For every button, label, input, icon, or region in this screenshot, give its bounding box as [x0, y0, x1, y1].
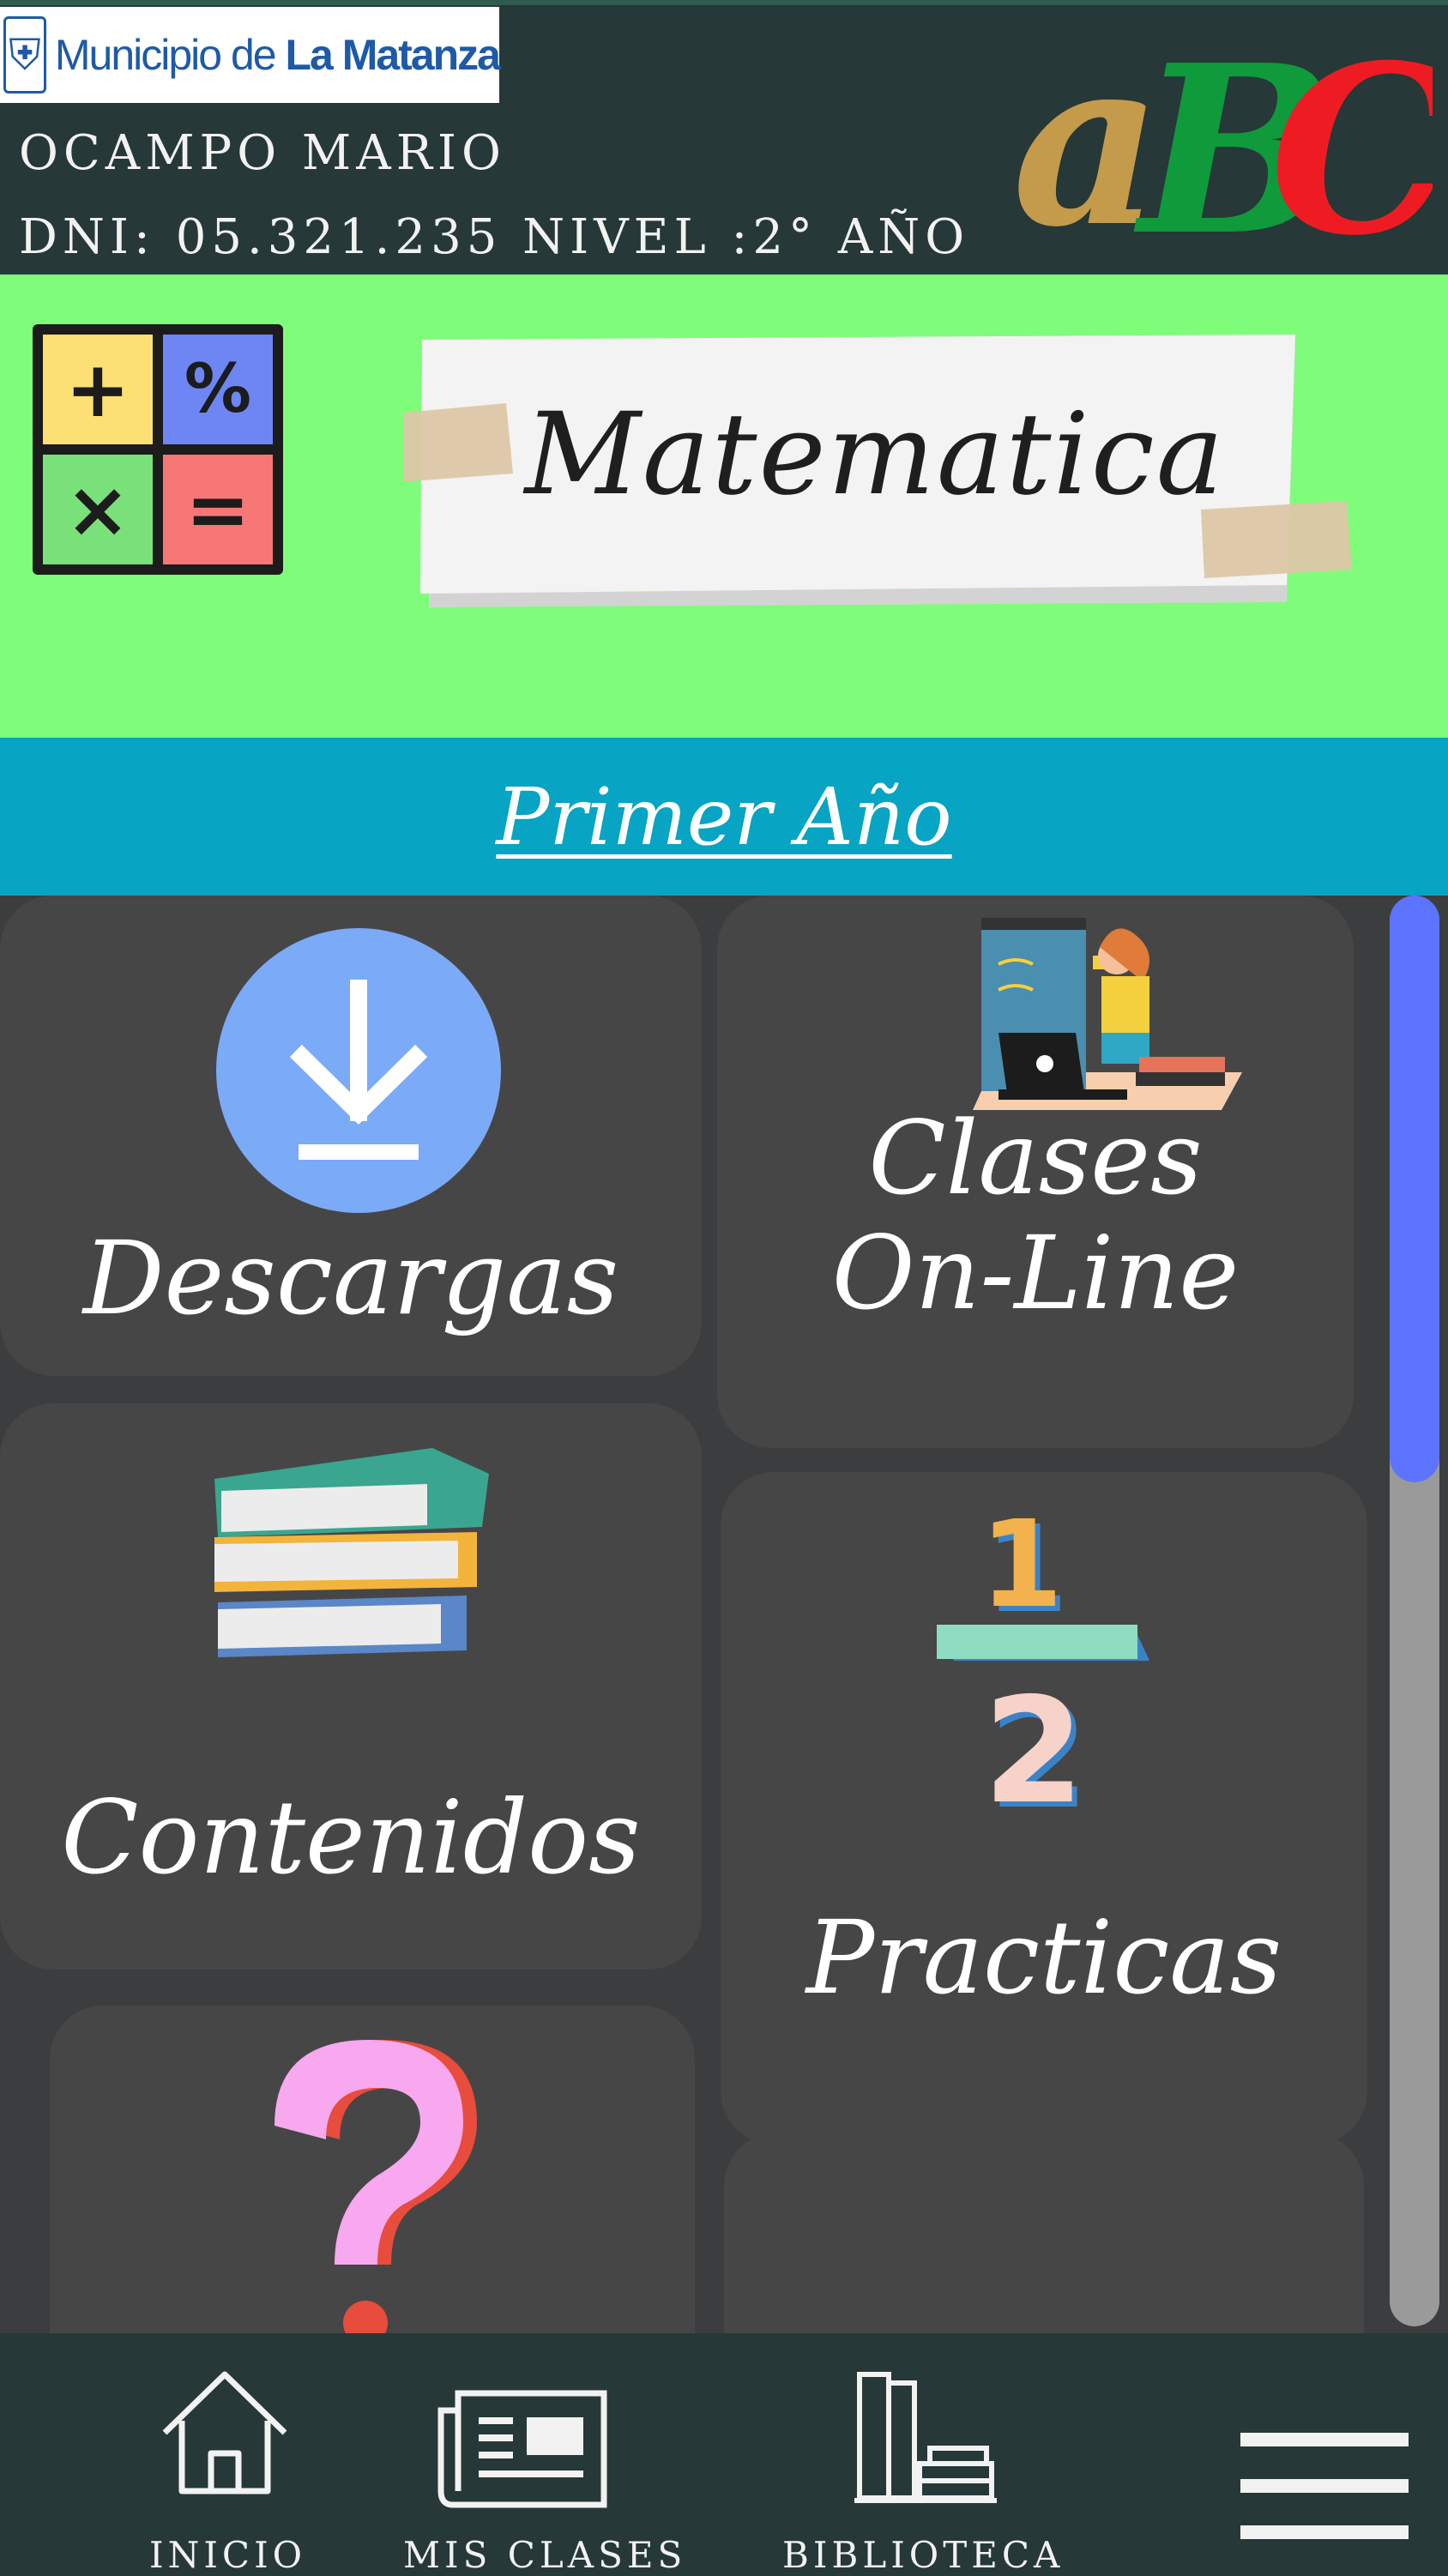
svg-text:C: C — [1270, 17, 1433, 266]
nav-label-mis-clases: MIS CLASES — [403, 2534, 687, 2576]
books-icon — [214, 1448, 489, 1657]
scrollbar-thumb[interactable] — [1390, 896, 1439, 1482]
user-info: DNI: 05.321.235 NIVEL :2° AÑO — [19, 209, 970, 265]
question-mark-icon — [275, 2040, 477, 2333]
nav-item-mis-clases[interactable]: MIS CLASES — [395, 2368, 682, 2576]
fraction-icon: 1 1 2 2 — [937, 1508, 1149, 1834]
subject-banner: + % × = Matematica — [0, 274, 1448, 738]
svg-text:1: 1 — [980, 1508, 1063, 1635]
percent-icon: % — [163, 335, 273, 444]
nav-item-biblioteca[interactable]: BIBLIOTECA — [772, 2368, 1065, 2576]
year-link[interactable]: Primer Año — [496, 771, 951, 863]
online-classes-label-line2: On-Line — [831, 1214, 1240, 1332]
plus-icon: + — [43, 335, 153, 444]
empty-card[interactable] — [724, 2133, 1364, 2333]
svg-text:2: 2 — [983, 1667, 1084, 1834]
hamburger-menu-icon — [1240, 2433, 1409, 2539]
content-grid: Descargas Clases On-Line Contenidos 1 1 … — [0, 896, 1448, 2333]
municipality-logo-text: Municipio de La Matanza — [54, 31, 501, 79]
year-strip: Primer Año — [0, 738, 1448, 896]
newspaper-icon — [437, 2390, 607, 2508]
calculator-icon: + % × = — [33, 324, 283, 575]
help-card[interactable] — [50, 2006, 695, 2333]
nav-label-inicio: INICIO — [149, 2534, 307, 2576]
contents-card[interactable]: Contenidos — [0, 1403, 702, 1970]
online-classes-card[interactable]: Clases On-Line — [717, 896, 1354, 1448]
nav-item-menu[interactable] — [1239, 2428, 1410, 2548]
nav-label-biblioteca: BIBLIOTECA — [782, 2534, 1065, 2576]
online-classes-label-line1: Clases — [868, 1099, 1203, 1217]
home-icon — [162, 2371, 287, 2495]
contents-label: Contenidos — [61, 1778, 641, 1897]
download-icon — [216, 928, 501, 1213]
municipality-logo[interactable]: ⛨ Municipio de La Matanza — [0, 7, 501, 103]
abc-logo[interactable]: a B C — [1012, 17, 1433, 266]
subject-title: Matematica — [524, 389, 1226, 521]
user-name: OCAMPO MARIO — [19, 125, 506, 181]
nav-item-inicio[interactable]: INICIO — [129, 2368, 317, 2576]
municipality-seal-icon: ⛨ — [3, 16, 46, 94]
equals-icon: = — [163, 455, 273, 564]
downloads-card[interactable]: Descargas — [0, 896, 702, 1376]
downloads-label: Descargas — [82, 1219, 619, 1337]
bottom-nav: INICIO MIS CLASES BIBLIOTECA — [0, 2333, 1448, 2576]
header: ⛨ Municipio de La Matanza OCAMPO MARIO D… — [0, 0, 1448, 274]
multiply-icon: × — [43, 455, 153, 564]
teacher-icon — [973, 918, 1242, 1110]
practices-label: Practicas — [805, 1898, 1282, 2017]
library-icon — [854, 2372, 997, 2503]
practices-card[interactable]: 1 1 2 2 Practicas — [721, 1472, 1367, 2145]
